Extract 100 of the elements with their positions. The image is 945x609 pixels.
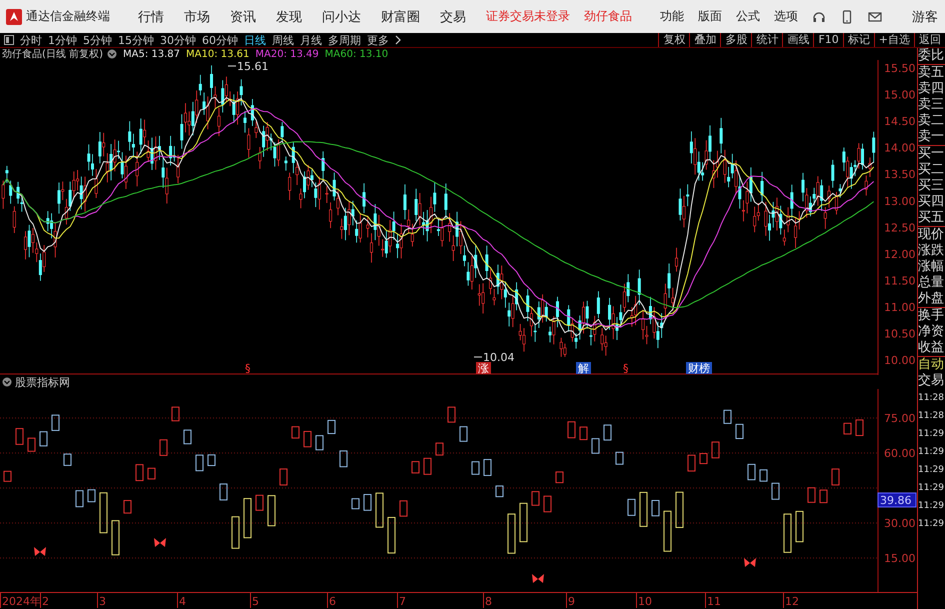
period-tab[interactable]: 1分钟	[48, 32, 77, 48]
period-tab[interactable]: 更多	[367, 32, 389, 48]
chevron-right-icon[interactable]	[395, 35, 401, 45]
quote-label: 卖四	[918, 81, 945, 97]
quote-label: 买四	[918, 194, 945, 210]
chart-title: 劲仔食品(日线 前复权)	[2, 48, 103, 61]
mail-icon[interactable]	[868, 10, 882, 24]
header-action[interactable]: 公式	[736, 8, 760, 25]
period-tab[interactable]: 月线	[300, 32, 322, 48]
user-name[interactable]: 游客	[912, 8, 938, 26]
price-axis-label: 13.50	[884, 168, 916, 182]
quote-label: 卖一	[918, 129, 945, 145]
menu-item[interactable]: 资讯	[230, 8, 256, 26]
period-tab[interactable]: 周线	[272, 32, 294, 48]
event-tag[interactable]: 财榜	[686, 362, 712, 375]
price-axis-label: 14.00	[884, 142, 916, 155]
tool-button[interactable]: 标记	[842, 33, 874, 47]
quote-label: 总量	[918, 275, 945, 291]
period-tab[interactable]: 5分钟	[83, 32, 112, 48]
trade-time: 11:28	[918, 392, 945, 405]
price-axis-label: 10.00	[884, 354, 916, 368]
butterfly-icon	[532, 574, 544, 583]
price-axis-label: 15.50	[884, 62, 916, 75]
butterfly-icon	[34, 547, 46, 556]
header-action[interactable]: 功能	[660, 8, 684, 25]
tool-button[interactable]: F10	[813, 33, 843, 47]
price-axis-label: 11.00	[884, 300, 916, 314]
period-tab[interactable]: 15分钟	[118, 32, 154, 48]
event-tag[interactable]: 涨	[476, 362, 491, 375]
tool-button[interactable]: 叠加	[689, 33, 720, 47]
menu-item[interactable]: 财富圈	[381, 8, 420, 26]
trade-time: 11:29	[918, 518, 945, 531]
quote-label: 买一	[918, 146, 945, 162]
trade-label: 交易	[918, 373, 945, 389]
header-action[interactable]: 版面	[698, 8, 722, 25]
menu-item[interactable]: 发现	[276, 8, 302, 26]
tool-button[interactable]: 画线	[782, 33, 814, 47]
period-tab[interactable]: 分时	[20, 32, 42, 48]
current-value-tag: 39.86	[878, 492, 916, 508]
quote-label: 换手	[918, 308, 945, 324]
month-label: 5	[252, 595, 259, 608]
quote-label: 涨幅	[918, 259, 945, 275]
price-axis-label: 11.50	[884, 274, 916, 288]
dropdown-icon[interactable]	[106, 49, 117, 59]
trade-time: 11:29	[918, 446, 945, 459]
month-label: 8	[485, 595, 492, 608]
quote-label: 涨跌	[918, 243, 945, 259]
price-axis-label: 12.50	[884, 221, 916, 234]
month-label: 7	[399, 595, 406, 608]
event-tag[interactable]: 解	[576, 362, 591, 375]
month-label: 2024年	[2, 595, 41, 608]
trade-time: 11:29	[918, 464, 945, 477]
price-axis-label: 10.50	[884, 328, 916, 340]
indicator-title: 股票指标网	[15, 374, 70, 390]
quote-label: 收益	[918, 340, 945, 356]
dropdown-icon[interactable]	[2, 377, 12, 387]
quote-label: 卖三	[918, 97, 945, 113]
leader-line	[474, 356, 482, 358]
month-label: 2	[42, 595, 49, 608]
indicator-axis-label: 60.00	[884, 447, 916, 460]
tool-button[interactable]: 复权	[658, 33, 690, 47]
butterfly-icon	[744, 558, 756, 567]
event-tag[interactable]: §	[245, 362, 250, 375]
login-status[interactable]: 证券交易未登录	[486, 8, 570, 25]
price-axis-label: 12.00	[884, 248, 916, 261]
price-high-label: 15.61	[237, 60, 268, 73]
tool-button[interactable]: 多股	[720, 33, 752, 47]
month-label: 11	[707, 595, 721, 608]
period-tab[interactable]: 日线	[244, 32, 266, 48]
tool-button[interactable]: +自选	[874, 33, 914, 47]
ma-value: MA60: 13.10	[324, 48, 388, 60]
month-label: 4	[179, 595, 186, 608]
price-axis-label: 14.50	[884, 115, 916, 128]
event-tag[interactable]: §	[623, 362, 628, 375]
quote-label: 委比	[918, 48, 945, 64]
quote-label: 卖五	[918, 65, 945, 81]
headset-icon[interactable]	[812, 10, 826, 24]
period-tab[interactable]: 60分钟	[202, 32, 238, 48]
indicator-axis-label: 15.00	[884, 552, 916, 565]
trade-time: 11:28	[918, 410, 945, 423]
tool-button[interactable]: 返回	[914, 33, 945, 47]
panel-toggle-icon[interactable]	[4, 35, 14, 45]
phone-icon[interactable]	[840, 10, 854, 24]
tool-button[interactable]: 统计	[751, 33, 782, 47]
auto-label[interactable]: 自动	[918, 357, 945, 373]
menu-item[interactable]: 行情	[138, 8, 164, 26]
quote-label: 净资	[918, 324, 945, 340]
menu-item[interactable]: 交易	[440, 8, 466, 26]
period-tab[interactable]: 多周期	[328, 32, 361, 48]
month-label: 12	[785, 595, 799, 608]
quote-label: 买五	[918, 210, 945, 226]
period-tab[interactable]: 30分钟	[160, 32, 196, 48]
header-action[interactable]: 选项	[774, 8, 798, 25]
ma-value: MA20: 13.49	[255, 48, 319, 60]
menu-item[interactable]: 问小达	[322, 8, 361, 26]
month-label: 9	[568, 595, 575, 608]
quote-label: 买二	[918, 162, 945, 178]
app-logo-icon	[6, 8, 22, 24]
menu-item[interactable]: 市场	[184, 8, 210, 26]
quote-label: 卖二	[918, 113, 945, 129]
